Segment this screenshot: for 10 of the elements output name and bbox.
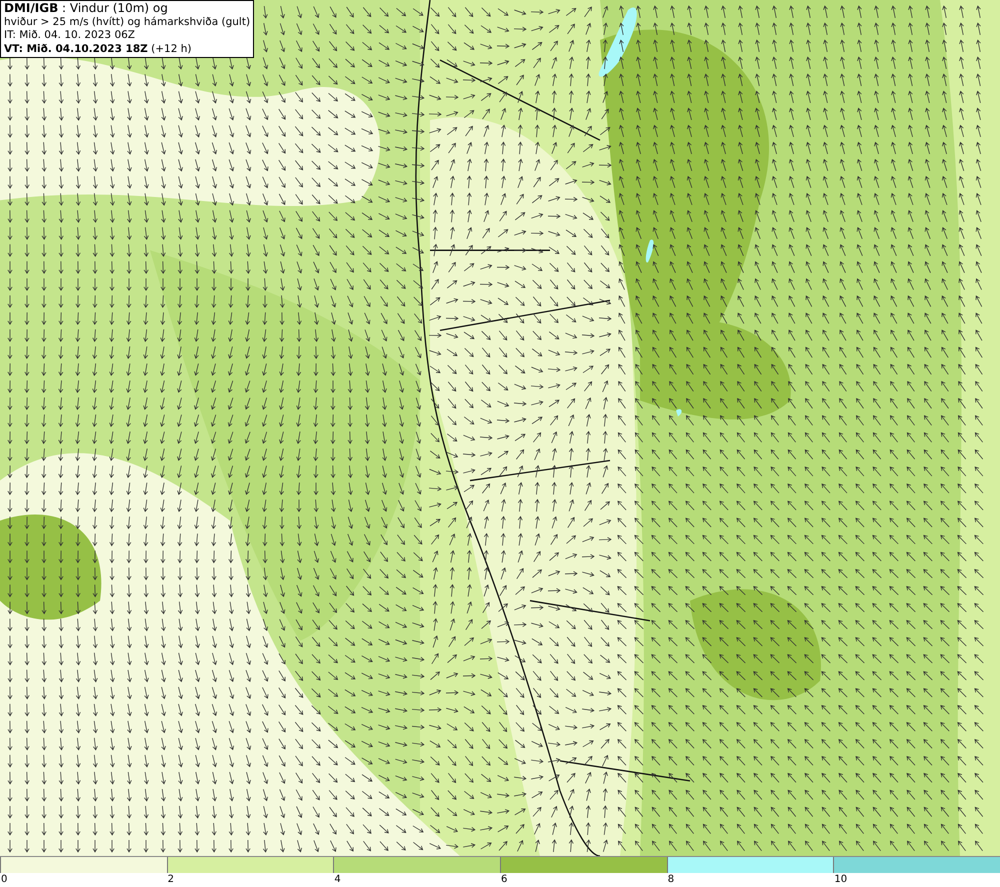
title-text: DMI/IGB : Vindur (10m) og bbox=[4, 2, 169, 16]
legend-tick-label: 6 bbox=[500, 873, 508, 887]
title-text: hviður > 25 m/s (hvítt) og hámarkshviða (gult) bbox=[4, 16, 250, 29]
legend-tick-label: 0 bbox=[0, 873, 8, 887]
legend-tick-label: 2 bbox=[166, 873, 176, 887]
legend-tick-label: 10 bbox=[833, 873, 848, 887]
title-text: IT: Mið. 04. 10. 2023 06Z bbox=[4, 29, 136, 42]
title-text: VT: Mið. 04.10.2023 18Z (+12 h) bbox=[4, 42, 192, 56]
legend-tick-label: 4 bbox=[333, 873, 342, 887]
legend-tick-label: 8 bbox=[666, 873, 676, 887]
